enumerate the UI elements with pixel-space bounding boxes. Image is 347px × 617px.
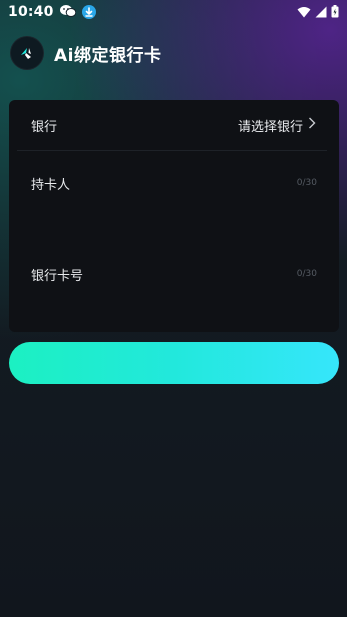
divider: [17, 150, 327, 151]
chevron-right-icon: [307, 116, 317, 134]
cardholder-label: 持卡人: [31, 178, 71, 193]
header: Ai绑定银行卡: [10, 36, 161, 70]
status-notification-icons: [59, 3, 96, 22]
status-system-icons: [297, 3, 339, 22]
page-title: Ai绑定银行卡: [54, 45, 162, 66]
card-number-label: 银行卡号: [31, 269, 84, 284]
cardholder-counter: 0/30: [296, 178, 317, 188]
bank-select[interactable]: 请选择银行: [238, 116, 317, 135]
submit-button[interactable]: [9, 342, 339, 384]
battery-icon: [331, 3, 339, 22]
bank-card-form: 银行 请选择银行 持卡人 0/30 银行卡号 0/30: [9, 100, 339, 332]
bank-select-row[interactable]: 银行 请选择银行: [9, 100, 339, 150]
app-logo-icon[interactable]: [10, 36, 44, 70]
status-time: 10:40: [8, 4, 54, 20]
card-number-counter: 0/30: [296, 269, 317, 279]
signal-icon: [315, 3, 327, 22]
wifi-icon: [297, 3, 311, 22]
status-bar: 10:40: [0, 0, 347, 24]
download-icon: [81, 5, 96, 19]
wechat-icon: [59, 3, 76, 22]
bank-label: 银行: [31, 119, 58, 135]
card-number-input[interactable]: [109, 259, 279, 289]
cardholder-input[interactable]: [109, 168, 279, 198]
bank-placeholder: 请选择银行: [237, 119, 303, 135]
